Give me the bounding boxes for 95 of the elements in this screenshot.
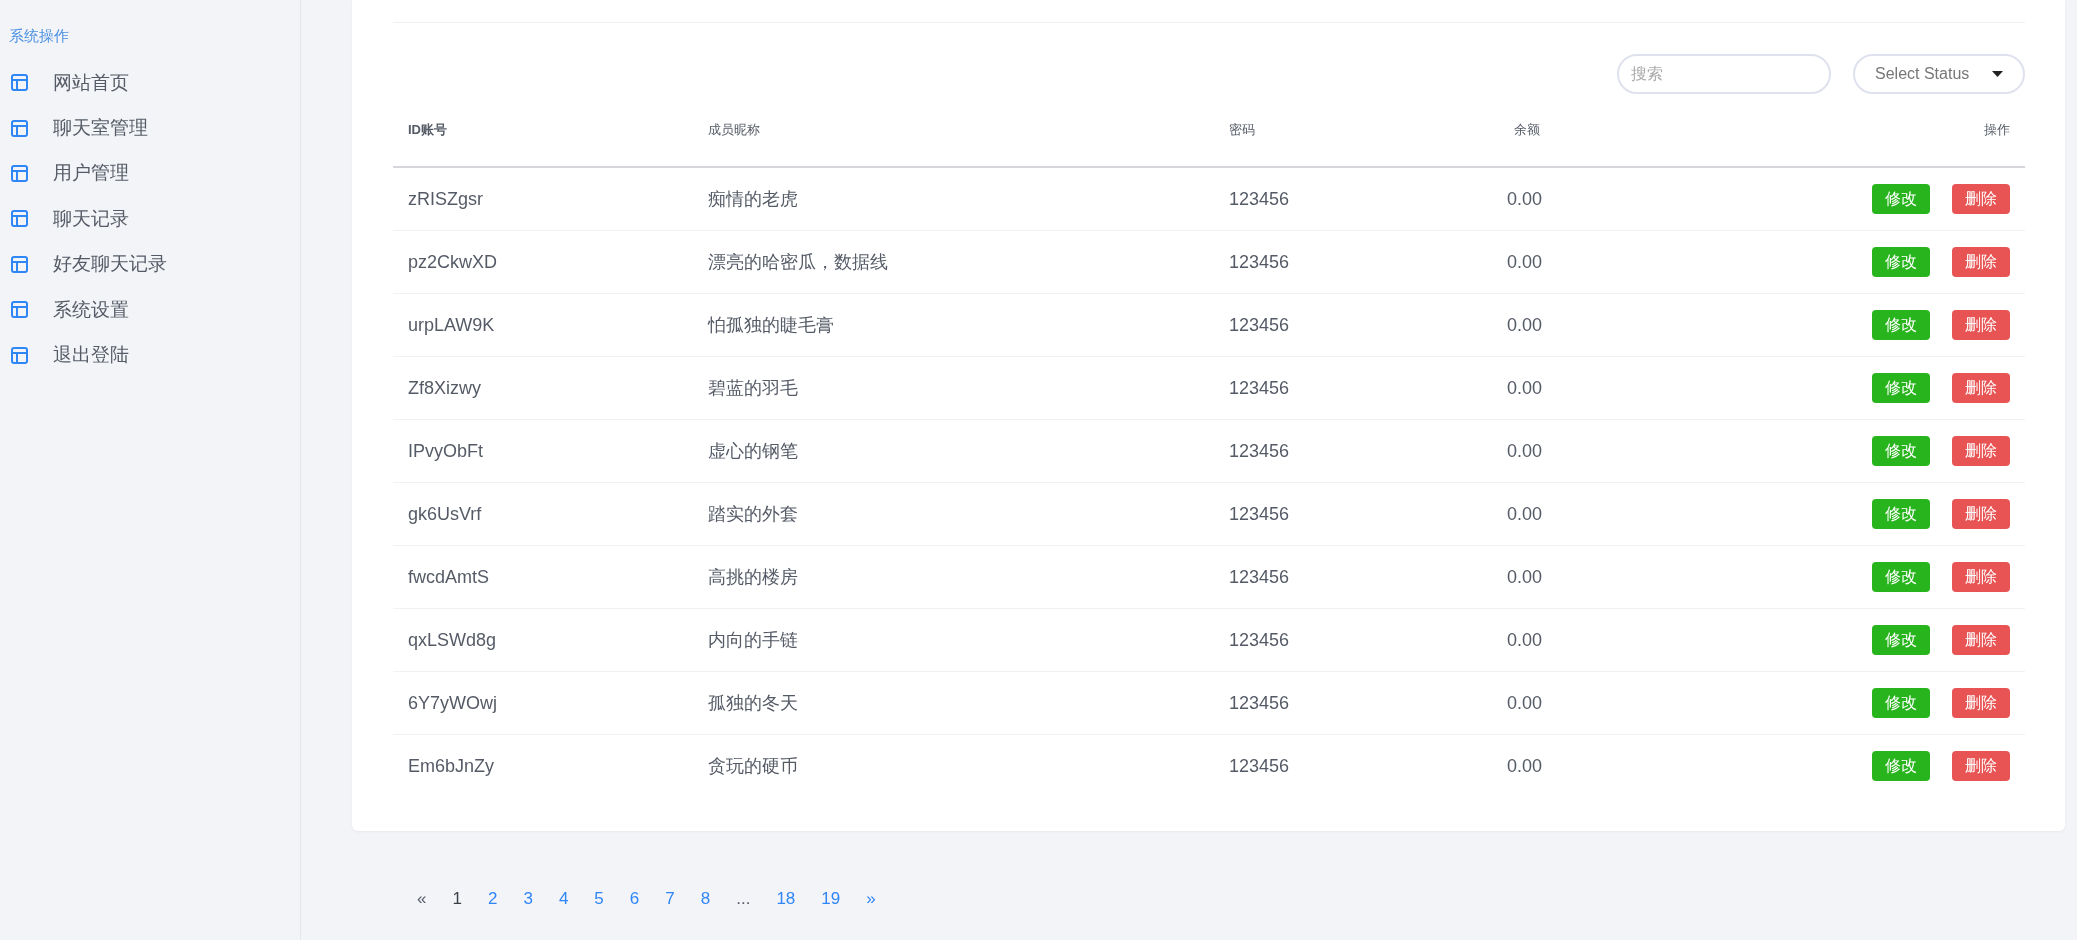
table-cell: 0.00	[1507, 629, 1543, 651]
page-link[interactable]: 6	[616, 889, 653, 909]
edit-button[interactable]: 修改	[1872, 436, 1930, 466]
table-cell: 123456	[1214, 609, 1493, 672]
table-cell: 怕孤独的睫毛膏	[693, 294, 1214, 357]
table-cell: 6Y7yWOwj	[393, 672, 693, 735]
edit-button[interactable]: 修改	[1872, 751, 1930, 781]
table-cell: 123456	[1214, 231, 1493, 294]
sidebar-section-title: 系统操作	[9, 27, 69, 46]
table-cell: 0.00	[1507, 377, 1543, 399]
pagination-ellipsis: ...	[735, 889, 752, 909]
layout-icon	[11, 210, 28, 228]
table-cell: 123456	[1214, 420, 1493, 483]
table-cell: 踏实的外套	[693, 483, 1214, 546]
edit-button[interactable]: 修改	[1872, 184, 1930, 214]
page-link[interactable]: 18	[763, 889, 809, 909]
table-cell: 0.00	[1507, 314, 1543, 336]
table-cell: 0.00	[1507, 503, 1543, 525]
page-link[interactable]: 8	[687, 889, 724, 909]
sidebar-item[interactable]: 聊天室管理	[0, 105, 300, 151]
layout-icon	[11, 346, 28, 364]
edit-button[interactable]: 修改	[1872, 688, 1930, 718]
table-cell: 123456	[1214, 168, 1493, 231]
table-cell: 内向的手链	[693, 609, 1214, 672]
table-cell: 0.00	[1507, 755, 1543, 777]
sidebar-item[interactable]: 网站首页	[0, 60, 300, 106]
table-cell: 0.00	[1507, 566, 1543, 588]
page-link[interactable]: 3	[510, 889, 546, 909]
table-cell: 高挑的楼房	[693, 546, 1214, 609]
sidebar-item[interactable]: 用户管理	[0, 150, 300, 197]
page-link[interactable]: 5	[581, 889, 617, 909]
edit-button[interactable]: 修改	[1872, 562, 1930, 592]
delete-button[interactable]: 删除	[1952, 247, 2010, 277]
delete-button[interactable]: 删除	[1952, 436, 2010, 466]
table-cell: 0.00	[1507, 692, 1543, 714]
table-cell: 123456	[1214, 483, 1493, 546]
sidebar-item[interactable]: 聊天记录	[0, 196, 300, 242]
sidebar-item[interactable]: 系统设置	[0, 286, 300, 333]
search-field[interactable]: 搜索	[1617, 54, 1831, 94]
table-cell: 碧蓝的羽毛	[693, 357, 1214, 420]
delete-button[interactable]: 删除	[1952, 310, 2010, 340]
column-header: ID账号	[393, 94, 693, 168]
layout-icon	[11, 119, 28, 137]
table-cell: 0.00	[1507, 440, 1543, 462]
table-cell: zRISZgsr	[393, 168, 693, 231]
status-select[interactable]: Select Status	[1853, 54, 2025, 94]
layout-icon	[11, 164, 28, 182]
delete-button[interactable]: 删除	[1952, 499, 2010, 529]
table-cell: 0.00	[1507, 251, 1543, 273]
table-cell: pz2CkwXD	[393, 231, 693, 294]
edit-button[interactable]: 修改	[1872, 625, 1930, 655]
column-header: 余额	[1514, 121, 1540, 139]
page-link[interactable]: 7	[652, 889, 688, 909]
table-cell: 漂亮的哈密瓜，数据线	[693, 231, 1214, 294]
table-cell: 123456	[1214, 672, 1493, 735]
delete-button[interactable]: 删除	[1952, 184, 2010, 214]
table-cell: 123456	[1214, 546, 1493, 609]
table-cell: 孤独的冬天	[693, 672, 1214, 735]
edit-button[interactable]: 修改	[1872, 499, 1930, 529]
caret-icon	[1992, 71, 2003, 77]
layout-icon	[11, 255, 28, 273]
next-page-link[interactable]: »	[853, 889, 889, 909]
column-header: 密码	[1214, 94, 1493, 168]
table-cell-text: Em6bJnZy	[407, 754, 496, 778]
edit-button[interactable]: 修改	[1872, 373, 1930, 403]
page-link[interactable]: 2	[474, 889, 511, 909]
table-cell: 痴情的老虎	[693, 168, 1214, 231]
delete-button[interactable]: 删除	[1952, 625, 2010, 655]
table-cell: IPvyObFt	[393, 420, 693, 483]
edit-button[interactable]: 修改	[1872, 310, 1930, 340]
sidebar-item[interactable]: 退出登陆	[0, 332, 300, 378]
table-cell: fwcdAmtS	[393, 546, 693, 609]
table-cell-text: 123456	[1228, 754, 1291, 778]
table-cell: 0.00	[1507, 188, 1543, 210]
delete-button[interactable]: 删除	[1952, 751, 2010, 781]
delete-button[interactable]: 删除	[1952, 373, 2010, 403]
table-cell: 虚心的钢笔	[693, 420, 1214, 483]
page-link[interactable]: 1	[439, 889, 475, 909]
layout-icon	[11, 301, 28, 319]
table-cell: 123456	[1214, 294, 1493, 357]
edit-button[interactable]: 修改	[1872, 247, 1930, 277]
table-cell: urpLAW9K	[393, 294, 693, 357]
delete-button[interactable]: 删除	[1952, 688, 2010, 718]
table-cell: Zf8Xizwy	[393, 357, 693, 420]
sidebar-item[interactable]: 好友聊天记录	[0, 241, 300, 287]
table-cell-text: 贪玩的硬币	[707, 755, 799, 778]
delete-button[interactable]: 删除	[1952, 562, 2010, 592]
table-cell: gk6UsVrf	[393, 483, 693, 546]
layout-icon	[11, 74, 28, 92]
column-header: 成员昵称	[693, 94, 1214, 168]
page-link[interactable]: 19	[808, 889, 854, 909]
table-cell: 123456	[1214, 357, 1493, 420]
table-cell: qxLSWd8g	[393, 609, 693, 672]
column-header: 操作	[1984, 121, 2010, 139]
page-link[interactable]: 4	[545, 889, 582, 909]
